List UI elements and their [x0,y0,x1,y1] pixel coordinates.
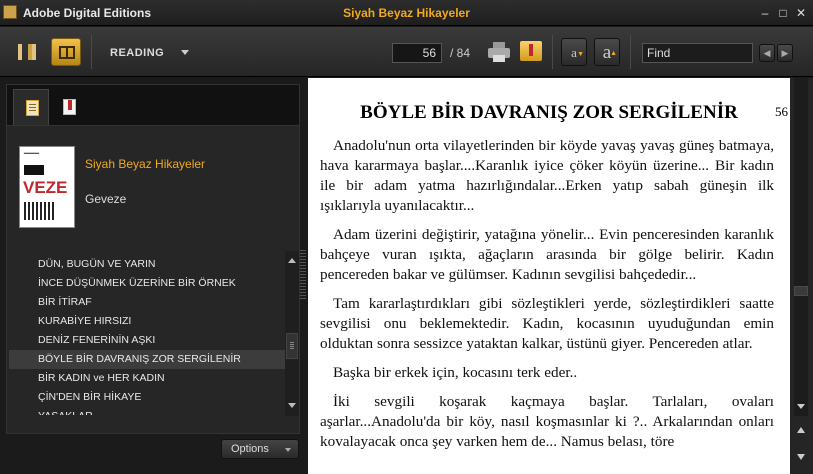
font-small-label: a [571,45,577,60]
table-of-contents: DÜN, BUGÜN VE YARIN İNCE DÜŞÜNMEK ÜZERİNE… [9,255,285,415]
font-decrease-button[interactable]: a ▼ [561,38,587,66]
cover-title: VEZE [23,178,68,197]
paragraph: Anadolu'nun orta vilayetlerinden bir köy… [320,137,774,214]
reading-page: BÖYLE BİR DAVRANIŞ ZOR SERGİLENİR 56 Ana… [308,78,790,474]
page-total: / 84 [450,46,471,60]
scroll-up-icon[interactable] [288,258,296,263]
library-view-button[interactable] [12,38,42,66]
table-of-contents-icon [26,100,39,116]
page-number-input[interactable]: 56 [392,43,442,63]
scroll-thumb[interactable] [286,333,298,359]
library-icon [18,44,36,60]
toolbar: READING 56 / 84 a ▼ a ▲ Find ◀ ▶ [0,27,813,77]
scroll-down-icon[interactable] [794,399,809,415]
divider [552,35,553,69]
page-scrollbar[interactable] [790,78,813,474]
panel-body: ━━━━━ VEZE Siyah Beyaz Hikayeler Geveze … [6,126,300,434]
tab-bookmarks[interactable] [51,89,87,125]
book-author: Geveze [85,192,127,206]
reading-view-button[interactable] [51,38,81,66]
toc-item[interactable]: BİR KADIN ve HER KADIN [9,369,285,388]
reading-mode-label[interactable]: READING [110,47,164,59]
chapter-title: BÖYLE BİR DAVRANIŞ ZOR SERGİLENİR [360,102,738,123]
toc-item[interactable]: YASAKLAR [9,407,285,415]
toc-item[interactable]: ÇİN'DEN BİR HİKAYE [9,388,285,407]
page-down-icon[interactable] [794,450,809,466]
tab-table-of-contents[interactable] [13,89,49,125]
toc-item[interactable]: BÖYLE BİR DAVRANIŞ ZOR SERGİLENİR [9,350,285,369]
panel-splitter[interactable] [300,250,306,300]
cover-decoration [24,202,54,220]
document-title: Siyah Beyaz Hikayeler [343,6,470,20]
scroll-track[interactable] [794,78,808,416]
cover-decoration [24,165,44,175]
paragraph: Başka bir erkek için, kocasını terk eder… [333,364,578,381]
chevron-down-icon[interactable] [181,50,189,55]
page-text: Anadolu'nun orta vilayetlerinden bir köy… [320,136,774,461]
toc-item[interactable]: DÜN, BUGÜN VE YARIN [9,255,285,274]
font-increase-button[interactable]: a ▲ [594,38,620,66]
toc-item[interactable]: DENİZ FENERİNİN AŞKI [9,331,285,350]
find-previous-button[interactable]: ◀ [759,44,775,62]
minimize-button[interactable]: – [758,6,772,20]
title-bar: Adobe Digital Editions Siyah Beyaz Hikay… [0,0,813,26]
scroll-thumb[interactable] [794,286,808,296]
bookmark-icon[interactable] [520,41,542,61]
bookmarks-icon [63,99,76,115]
toc-item[interactable]: BİR İTİRAF [9,293,285,312]
page-number: 56 [775,104,788,119]
options-button[interactable]: Options [221,439,299,459]
scroll-down-icon[interactable] [288,403,296,408]
close-button[interactable]: ✕ [794,6,808,20]
paragraph: Tam kararlaştırdıkları gibi sözleştikler… [320,295,774,352]
toc-item[interactable]: KURABİYE HIRSIZI [9,312,285,331]
find-input[interactable]: Find [642,43,753,63]
paragraph: İki sevgili koşarak kaçmaya başlar. Tarl… [320,393,774,450]
toc-scrollbar[interactable] [285,251,299,416]
open-book-icon [59,46,75,59]
paragraph: Adam üzerini değiştirir, yatağına yöneli… [320,226,774,283]
panel-tabs [6,84,300,126]
maximize-button[interactable]: □ [776,6,790,20]
page-up-icon[interactable] [794,423,809,439]
book-title: Siyah Beyaz Hikayeler [85,157,206,171]
toc-item[interactable]: İNCE DÜŞÜNMEK ÜZERİNE BİR ÖRNEK [9,274,285,293]
divider [91,35,92,69]
find-next-button[interactable]: ▶ [777,44,793,62]
cover-decoration: ━━━━━ [24,151,40,157]
book-cover[interactable]: ━━━━━ VEZE [19,146,75,228]
divider [630,35,631,69]
left-panel: ━━━━━ VEZE Siyah Beyaz Hikayeler Geveze … [0,78,304,474]
print-icon[interactable] [488,42,510,62]
